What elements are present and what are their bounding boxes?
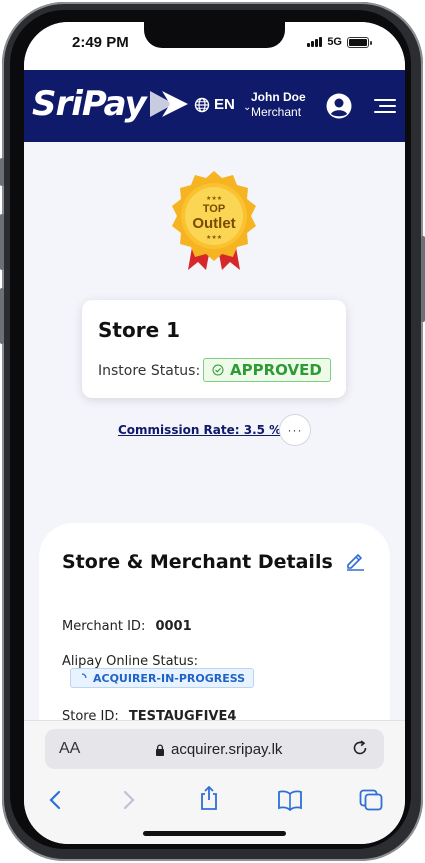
silent-switch [0, 158, 4, 186]
instore-status-badge: APPROVED [203, 358, 331, 382]
menu-icon[interactable] [374, 98, 396, 114]
app-header: SriPay EN ⌄ John Doe Merchant [24, 70, 405, 142]
user-name: John Doe [251, 90, 306, 104]
sripay-logo[interactable]: SriPay [32, 84, 192, 124]
url-display[interactable]: acquirer.sripay.lk [155, 741, 282, 758]
logo-text: SriPay [32, 84, 147, 124]
store-name: Store 1 [98, 318, 181, 342]
user-info[interactable]: John Doe Merchant [251, 90, 306, 120]
details-title: Store & Merchant Details [62, 551, 333, 573]
user-role: Merchant [251, 105, 302, 119]
home-indicator [143, 831, 286, 836]
spinner-icon [81, 673, 87, 679]
language-label: EN [214, 96, 235, 113]
alipay-status-value: ACQUIRER-IN-PROGRESS [93, 671, 246, 685]
network-type: 5G [327, 36, 342, 48]
signal-icon [307, 37, 323, 47]
merchant-id-label: Merchant ID: [62, 619, 146, 634]
back-icon [49, 790, 61, 810]
battery-icon [347, 36, 372, 48]
tabs-button[interactable] [359, 789, 383, 816]
commission-rate-link[interactable]: Commission Rate: 3.5 % [118, 423, 281, 437]
address-bar[interactable]: AA acquirer.sripay.lk [45, 729, 384, 769]
status-time: 2:49 PM [72, 34, 129, 51]
main-content: ★★★ TOP Outlet ★★★ Store 1 Instore Statu… [24, 142, 405, 823]
browser-nav-row [24, 785, 405, 819]
volume-up-button [0, 214, 4, 270]
reader-settings-button[interactable]: AA [59, 740, 80, 758]
svg-text:★★★: ★★★ [206, 195, 222, 202]
check-circle-icon [212, 364, 224, 376]
status-indicators: 5G [307, 36, 372, 48]
logo-arrow-icon [149, 91, 188, 117]
store-card: Store 1 Instore Status: APPROVED [82, 300, 346, 398]
back-button[interactable] [48, 789, 62, 816]
merchant-id-value: 0001 [155, 619, 192, 634]
bookmarks-button[interactable] [277, 789, 303, 816]
avatar-icon[interactable] [326, 93, 352, 119]
share-button[interactable] [198, 785, 220, 816]
more-options-button[interactable]: ··· [279, 414, 311, 446]
url-text: acquirer.sripay.lk [171, 741, 283, 758]
reload-icon[interactable] [351, 739, 369, 757]
forward-icon [123, 790, 135, 810]
browser-toolbar: AA acquirer.sripay.lk [24, 720, 405, 844]
svg-text:★★★: ★★★ [206, 234, 222, 241]
bookmarks-icon [278, 790, 302, 812]
language-selector[interactable]: EN [194, 96, 235, 113]
status-bar: 2:49 PM 5G [24, 22, 405, 70]
alipay-status-label: Alipay Online Status: [62, 654, 199, 669]
tabs-icon [359, 789, 383, 811]
instore-status-value: APPROVED [230, 361, 322, 379]
globe-icon [194, 97, 210, 112]
edit-icon[interactable] [344, 549, 366, 571]
power-button [421, 236, 425, 322]
notch [144, 22, 285, 48]
merchant-id-row: Merchant ID: 0001 [62, 619, 192, 634]
instore-status-label: Instore Status: [98, 363, 201, 379]
top-outlet-badge: ★★★ TOP Outlet ★★★ [172, 171, 256, 270]
alipay-status-badge: ACQUIRER-IN-PROGRESS [70, 668, 255, 688]
share-icon [201, 785, 217, 810]
forward-button[interactable] [122, 789, 136, 816]
volume-down-button [0, 288, 4, 344]
badge-line2: Outlet [192, 215, 235, 232]
phone-screen: 2:49 PM 5G SriPay EN ⌄ John Doe Merchant… [24, 22, 405, 844]
badge-line1: TOP [203, 203, 225, 215]
lock-icon [156, 743, 164, 756]
